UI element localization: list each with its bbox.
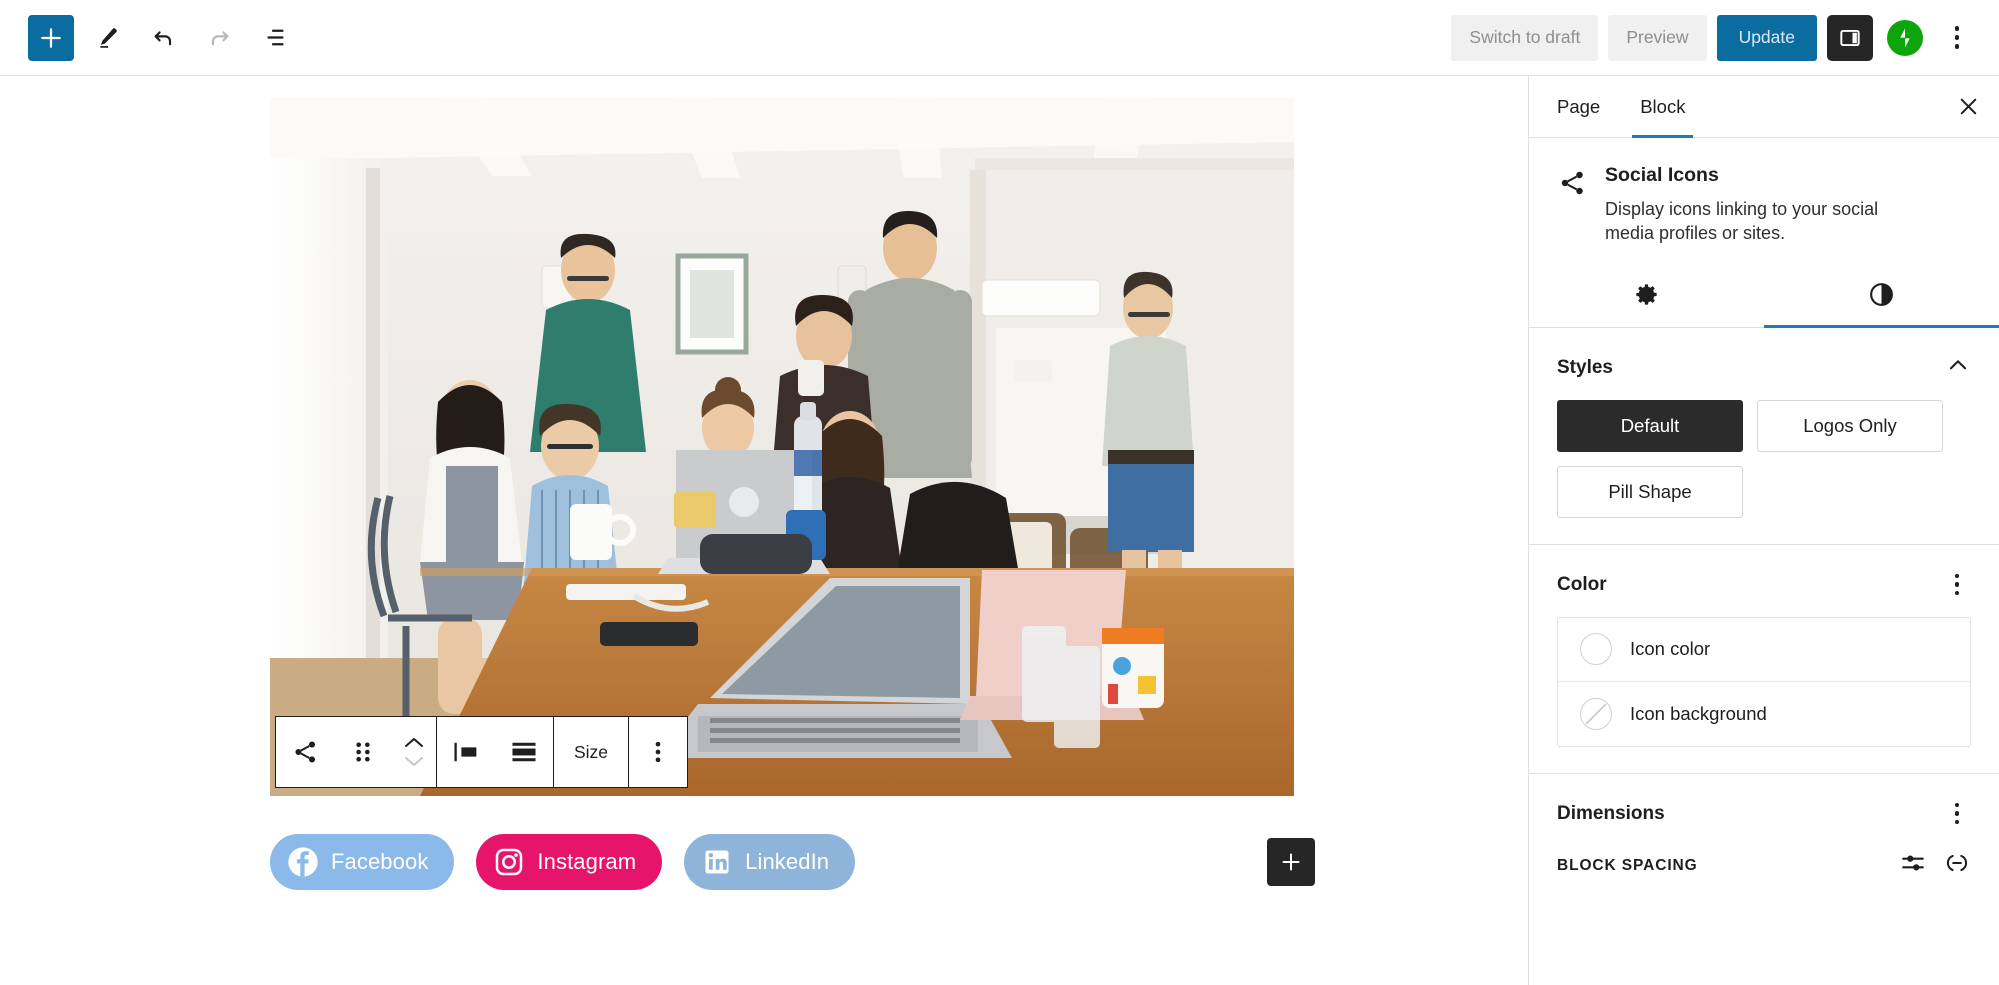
style-option-default[interactable]: Default [1557,399,1743,452]
instagram-icon [492,845,526,879]
gear-icon [1633,281,1660,311]
edit-pencil-icon[interactable] [84,15,130,61]
dimensions-section: Dimensions BLOCK SPACING [1529,774,1999,912]
color-section: Color Icon color Icon background [1529,545,1999,774]
sidebar-tab-bar: Page Block [1529,76,1999,138]
styles-section-actions [1945,352,1971,383]
dimensions-options-kebab[interactable] [1943,798,1971,830]
editor-canvas[interactable]: Size Facebook Instagram LinkedIn [0,76,1528,985]
color-option-label: Icon color [1630,638,1711,660]
chevron-up-icon[interactable] [1945,352,1971,383]
block-card-title: Social Icons [1605,164,1719,186]
switch-to-draft-button[interactable]: Switch to draft [1451,14,1599,61]
size-button[interactable]: Size [554,717,628,787]
color-swatch-none [1580,697,1612,730]
social-link-linkedin[interactable]: LinkedIn [684,834,856,890]
color-section-actions [1943,569,1971,601]
block-toolbar-group-options [629,717,687,787]
redo-icon[interactable] [196,15,242,61]
social-share-icon [1557,164,1587,246]
add-social-link-button[interactable] [1267,838,1315,886]
contrast-icon [1868,281,1895,311]
featured-image[interactable] [270,98,1294,796]
block-toolbar-group-align [437,717,554,787]
dimensions-title: Dimensions [1557,802,1665,824]
social-link-label: LinkedIn [745,849,830,874]
color-swatch-empty [1580,633,1612,666]
social-link-label: Facebook [331,849,429,874]
dimensions-section-actions [1943,798,1971,830]
sidebar-panel-tabs [1529,266,1999,328]
color-section-header: Color [1557,567,1971,603]
color-option-icon-background[interactable]: Icon background [1558,681,1970,746]
link-sides-icon[interactable] [1943,850,1971,881]
social-link-instagram[interactable]: Instagram [476,834,663,890]
settings-sidebar: Page Block Social Icons Display icons li… [1528,76,1999,985]
block-movers[interactable] [392,717,436,787]
preview-button[interactable]: Preview [1608,14,1707,61]
color-title: Color [1557,573,1607,595]
styles-title: Styles [1557,356,1613,378]
update-button[interactable]: Update [1716,14,1817,61]
block-card-description: Display icons linking to your social med… [1605,199,1879,244]
post-content: Size Facebook Instagram LinkedIn [270,98,1315,890]
jetpack-icon[interactable] [1887,19,1923,56]
justify-items-icon[interactable] [495,717,553,787]
editor-options-kebab[interactable] [1937,15,1977,61]
editor-body: Size Facebook Instagram LinkedIn Page Bl… [0,76,1999,985]
social-share-icon[interactable] [276,717,334,787]
block-editor-root: Switch to draft Preview Update Size Face… [0,0,1999,985]
facebook-icon [286,845,320,879]
dimensions-section-header: Dimensions [1557,796,1971,832]
tab-styles[interactable] [1764,266,1999,328]
settings-sidebar-toggle[interactable] [1827,14,1873,61]
block-toolbar-group-block [276,717,437,787]
move-up-icon [405,738,423,747]
block-spacing-label: BLOCK SPACING [1557,856,1698,874]
block-card: Social Icons Display icons linking to yo… [1529,138,1999,266]
align-left-icon[interactable] [437,717,495,787]
tab-settings[interactable] [1529,266,1764,327]
color-option-icon-color[interactable]: Icon color [1558,617,1970,682]
color-option-list: Icon color Icon background [1557,616,1971,747]
style-option-logos-only[interactable]: Logos Only [1757,399,1943,452]
tab-page[interactable]: Page [1537,76,1620,137]
block-spacing-tools [1899,850,1971,881]
social-icons-block[interactable]: Facebook Instagram LinkedIn [270,834,1315,890]
top-bar-left-tools [28,14,298,61]
social-link-facebook[interactable]: Facebook [270,834,455,890]
top-bar-right-tools: Switch to draft Preview Update [1451,14,1977,61]
social-link-label: Instagram [537,849,637,874]
block-toolbar[interactable]: Size [275,716,688,788]
color-option-label: Icon background [1630,702,1767,724]
style-variation-grid: Default Logos Only Pill Shape [1557,399,1971,518]
add-block-button[interactable] [28,14,74,61]
styles-section-header: Styles [1557,350,1971,386]
linkedin-icon [700,845,734,879]
block-options-kebab[interactable] [629,717,687,787]
color-options-kebab[interactable] [1943,569,1971,601]
style-option-pill-shape[interactable]: Pill Shape [1557,465,1743,518]
sliders-icon[interactable] [1899,850,1927,881]
drag-handle-icon[interactable] [334,717,392,787]
tab-block[interactable]: Block [1620,76,1705,138]
editor-top-bar: Switch to draft Preview Update [0,0,1999,76]
close-icon[interactable] [1937,76,1999,137]
move-down-icon [405,757,423,766]
styles-section: Styles Default Logos Only Pill Shape [1529,328,1999,545]
list-view-icon[interactable] [252,15,298,61]
block-spacing-row: BLOCK SPACING [1557,846,1971,886]
block-toolbar-group-size: Size [554,717,629,787]
undo-icon[interactable] [140,15,186,61]
